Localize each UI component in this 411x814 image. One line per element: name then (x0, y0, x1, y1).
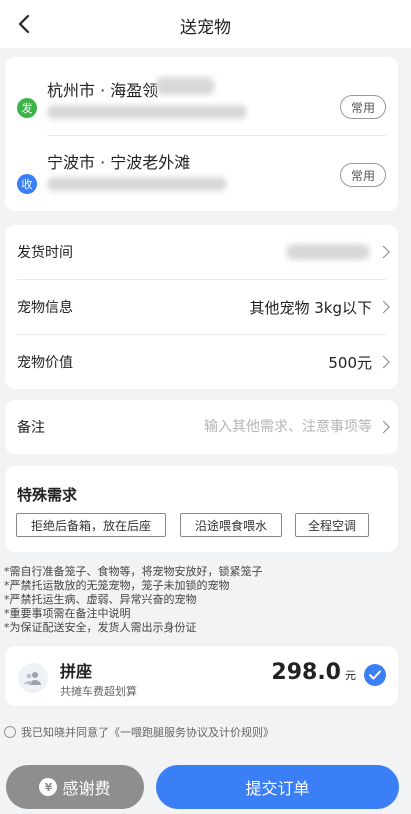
sender-city: 杭州市 · 海盈领 (47, 81, 159, 100)
users-icon (18, 663, 48, 693)
pet-value-label: 宠物价值 (17, 355, 73, 371)
special-requirements-card: 特殊需求 拒绝后备箱，放在后座 沿途喂食喂水 全程空调 (5, 466, 398, 552)
chevron-right-icon (377, 355, 390, 369)
order-info-card: 发货时间 宠物信息 其他宠物 3kg以下 宠物价值 500元 (5, 225, 398, 389)
tag-food-water[interactable]: 沿途喂食喂水 (180, 513, 282, 537)
thanks-fee-label: 感谢费 (62, 779, 111, 798)
pet-value-row[interactable]: 宠物价值 500元 (5, 335, 398, 389)
tag-back-seat[interactable]: 拒绝后备箱，放在后座 (16, 513, 166, 537)
notice-item: *严禁托运散放的无笼宠物，笼子未加锁的宠物 (4, 579, 230, 592)
blurred-text (47, 177, 227, 191)
pet-info-row[interactable]: 宠物信息 其他宠物 3kg以下 (5, 280, 398, 334)
sender-badge: 发 (17, 98, 37, 118)
address-card: 发 杭州市 · 海盈领 常用 收 宁波市 · 宁波老外滩 常用 (5, 57, 398, 211)
blurred-text (155, 77, 215, 95)
receiver-address[interactable]: 收 宁波市 · 宁波老外滩 常用 (5, 147, 398, 207)
receiver-badge: 收 (17, 174, 37, 194)
chevron-right-icon (377, 300, 390, 314)
price-value: 298.0 (271, 660, 341, 685)
pet-info-value: 其他宠物 3kg以下 (249, 298, 372, 317)
agreement-row[interactable]: 我已知晓并同意了《一喂跑腿服务协议及计价规则》 (4, 724, 274, 740)
delivery-time-label: 发货时间 (17, 245, 73, 261)
receiver-city: 宁波市 · 宁波老外滩 (47, 153, 191, 172)
page-title: 送宠物 (180, 18, 231, 38)
chevron-right-icon (377, 420, 390, 434)
notice-item: *严禁托运生病、虚弱、异常兴奋的宠物 (4, 593, 197, 606)
submit-order-button[interactable]: 提交订单 (156, 765, 399, 809)
notice-item: *重要事项需在备注中说明 (4, 607, 131, 620)
sender-common-button[interactable]: 常用 (340, 95, 386, 119)
delivery-time-row[interactable]: 发货时间 (5, 225, 398, 279)
special-title: 特殊需求 (17, 486, 78, 504)
service-option-card[interactable]: 拼座 共摊车费超划算 298.0 元 (5, 646, 398, 706)
chevron-right-icon (377, 245, 390, 259)
sender-address[interactable]: 发 杭州市 · 海盈领 常用 (5, 69, 398, 129)
notice-item: *需自行准备笼子、食物等，将宠物安放好，锁紧笼子 (4, 565, 263, 578)
pet-value-value: 500元 (328, 353, 372, 372)
thanks-fee-button[interactable]: ¥ 感谢费 (6, 765, 144, 809)
note-input[interactable] (142, 419, 372, 435)
tag-air-conditioning[interactable]: 全程空调 (295, 513, 369, 537)
note-label: 备注 (17, 420, 45, 436)
submit-order-label: 提交订单 (245, 779, 310, 798)
note-card: 备注 (5, 400, 398, 454)
blurred-text (47, 105, 247, 119)
blurred-text (286, 244, 370, 260)
yen-icon: ¥ (39, 778, 58, 796)
agreement-text: 我已知晓并同意了《一喂跑腿服务协议及计价规则》 (21, 726, 274, 739)
check-icon[interactable] (364, 664, 386, 686)
agreement-radio[interactable] (4, 726, 16, 738)
notice-list: *需自行准备笼子、食物等，将宠物安放好，锁紧笼子 *严禁托运散放的无笼宠物，笼子… (4, 565, 404, 635)
top-bar: 送宠物 (0, 0, 411, 48)
service-subtitle: 共摊车费超划算 (60, 685, 137, 698)
note-row[interactable]: 备注 (5, 400, 398, 454)
service-name: 拼座 (60, 662, 93, 681)
divider (47, 135, 386, 136)
receiver-common-button[interactable]: 常用 (340, 163, 386, 187)
pet-info-label: 宠物信息 (17, 300, 73, 316)
notice-item: *为保证配送安全，发货人需出示身份证 (4, 621, 197, 634)
price-unit: 元 (345, 669, 356, 682)
service-price: 298.0 元 (271, 660, 356, 685)
